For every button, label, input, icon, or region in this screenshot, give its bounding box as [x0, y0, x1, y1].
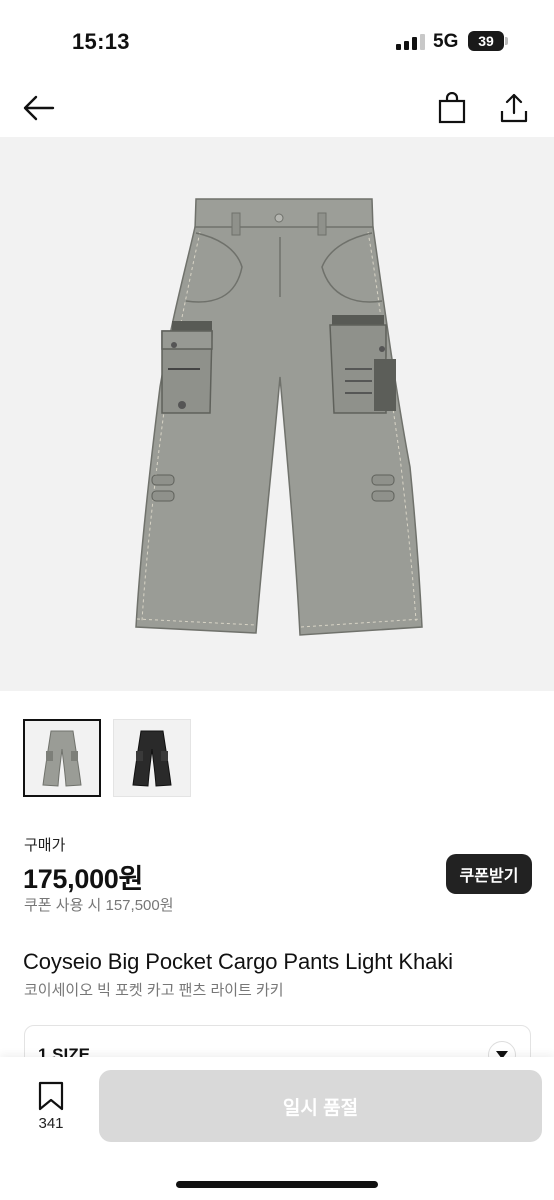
- coupon-button[interactable]: 쿠폰받기: [446, 854, 532, 894]
- nav-bar: [0, 80, 554, 136]
- thumbnail-light-khaki[interactable]: [23, 719, 101, 797]
- status-time: 15:13: [72, 29, 130, 54]
- shopping-bag-icon: [438, 92, 466, 124]
- pants-thumbnail-icon: [42, 730, 82, 787]
- product-image[interactable]: [0, 137, 554, 691]
- price-label: 구매가: [24, 837, 66, 854]
- battery-cap: [505, 37, 508, 45]
- battery-level: 39: [468, 31, 504, 51]
- thumbnail-black[interactable]: [113, 719, 191, 797]
- cargo-pants-image: [135, 198, 423, 636]
- back-button[interactable]: [20, 90, 56, 126]
- cart-button[interactable]: [434, 90, 470, 126]
- share-icon: [500, 93, 528, 123]
- network-label: 5G: [433, 31, 459, 52]
- wishlist-button[interactable]: 341: [27, 1081, 75, 1139]
- share-button[interactable]: [496, 90, 532, 126]
- bottom-action-bar: 341 일시 품절: [0, 1057, 554, 1200]
- bookmark-icon: [38, 1081, 64, 1111]
- arrow-left-icon: [23, 95, 55, 121]
- wish-count: 341: [38, 1115, 64, 1132]
- status-bar: 15:13 5G 39: [0, 0, 554, 80]
- price: 175,000원: [23, 864, 144, 894]
- home-indicator: [176, 1181, 378, 1188]
- battery-icon: 39: [468, 31, 508, 51]
- sold-out-button[interactable]: 일시 품절: [99, 1070, 542, 1142]
- signal-icon: [396, 34, 425, 50]
- coupon-price: 쿠폰 사용 시 157,500원: [24, 897, 174, 914]
- product-name: Coyseio Big Pocket Cargo Pants Light Kha…: [23, 949, 453, 974]
- pants-thumbnail-icon: [132, 730, 172, 787]
- product-name-korean: 코이세이오 빅 포켓 카고 팬츠 라이트 카키: [24, 982, 284, 999]
